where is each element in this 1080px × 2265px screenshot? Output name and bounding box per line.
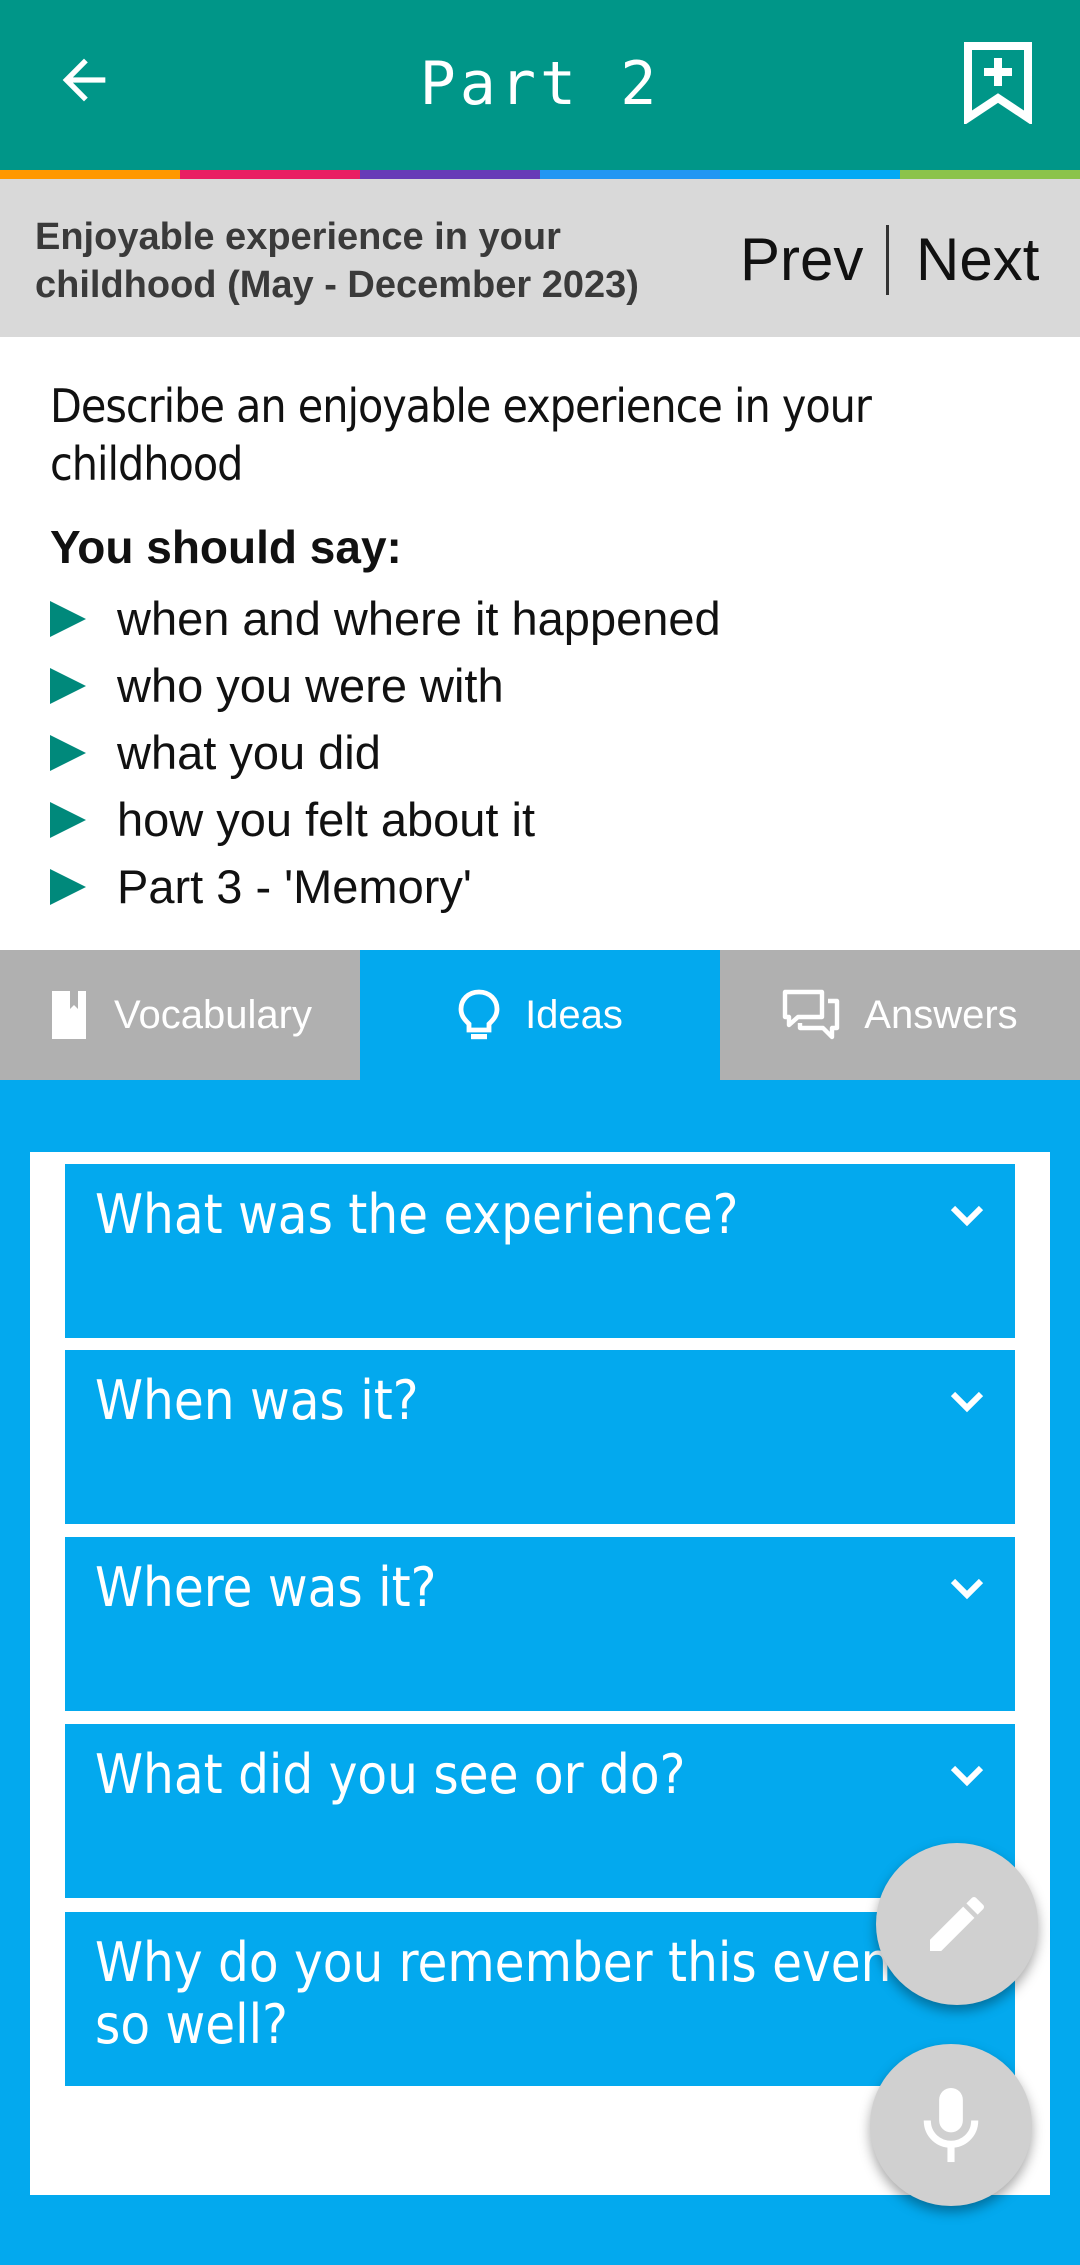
triangle-bullet-icon <box>50 801 86 838</box>
triangle-bullet-icon <box>50 600 86 637</box>
question-text: What was the experience? <box>95 1183 739 1246</box>
bullet-text: Part 3 - 'Memory' <box>117 860 472 913</box>
triangle-bullet-icon <box>50 667 86 704</box>
accordion-item[interactable]: What did you see or do? <box>65 1724 1015 1898</box>
tab-ideas[interactable]: Ideas <box>360 950 720 1080</box>
topic-title: Enjoyable experience in your childhood (… <box>35 216 639 306</box>
chat-bubbles-icon <box>782 989 840 1041</box>
ideas-panel: What was the experience? When was it? Wh… <box>30 1152 1050 2195</box>
list-item: how you felt about it <box>50 786 721 853</box>
question-text: Why do you remember this event so well? <box>95 1931 911 2056</box>
accordion-item[interactable]: Why do you remember this event so well? <box>65 1912 1015 2086</box>
microphone-icon <box>923 2087 979 2163</box>
triangle-bullet-icon <box>50 868 86 905</box>
add-bookmark-button[interactable] <box>960 40 1036 126</box>
page-title: Part 2 <box>419 49 661 119</box>
record-audio-button[interactable] <box>870 2044 1032 2206</box>
cue-card: Describe an enjoyable experience in your… <box>0 337 1080 950</box>
topic-bar: Enjoyable experience in your childhood (… <box>0 179 1080 337</box>
question-text: Where was it? <box>95 1556 437 1619</box>
tab-label: Ideas <box>525 992 623 1037</box>
pencil-icon <box>930 1896 985 1951</box>
chevron-down-icon <box>950 1578 984 1600</box>
bullet-text: what you did <box>117 726 381 779</box>
tab-answers[interactable]: Answers <box>720 950 1080 1080</box>
bullet-text: when and where it happened <box>117 592 721 645</box>
next-button[interactable]: Next <box>916 227 1039 293</box>
prev-button[interactable]: Prev <box>740 227 863 293</box>
accordion-item[interactable]: What was the experience? <box>65 1164 1015 1338</box>
cue-card-prompt: Describe an enjoyable experience in your… <box>50 379 872 491</box>
color-stripe <box>0 170 1080 179</box>
chevron-down-icon <box>950 1391 984 1413</box>
book-icon <box>48 991 90 1039</box>
tab-label: Answers <box>864 992 1018 1037</box>
list-item: when and where it happened <box>50 585 721 652</box>
list-item: Part 3 - 'Memory' <box>50 853 721 920</box>
bullet-text: how you felt about it <box>117 793 536 846</box>
app-bar: Part 2 <box>0 0 1080 170</box>
question-text: When was it? <box>95 1369 419 1432</box>
tab-vocabulary[interactable]: Vocabulary <box>0 950 360 1080</box>
edit-note-button[interactable] <box>876 1843 1038 2005</box>
divider <box>886 225 889 295</box>
bookmark-add-icon <box>964 42 1032 126</box>
accordion-item[interactable]: Where was it? <box>65 1537 1015 1711</box>
list-item: what you did <box>50 719 721 786</box>
bullet-list: when and where it happened who you were … <box>50 585 721 920</box>
chevron-down-icon <box>950 1765 984 1787</box>
tab-label: Vocabulary <box>114 992 312 1037</box>
triangle-bullet-icon <box>50 734 86 771</box>
list-item: who you were with <box>50 652 721 719</box>
tab-bar: Vocabulary Ideas Answers <box>0 950 1080 1080</box>
you-should-say-label: You should say: <box>50 521 402 573</box>
question-text: What did you see or do? <box>95 1743 686 1806</box>
bullet-text: who you were with <box>117 659 504 712</box>
chevron-down-icon <box>950 1205 984 1227</box>
lightbulb-icon <box>457 988 501 1042</box>
accordion-item[interactable]: When was it? <box>65 1350 1015 1524</box>
